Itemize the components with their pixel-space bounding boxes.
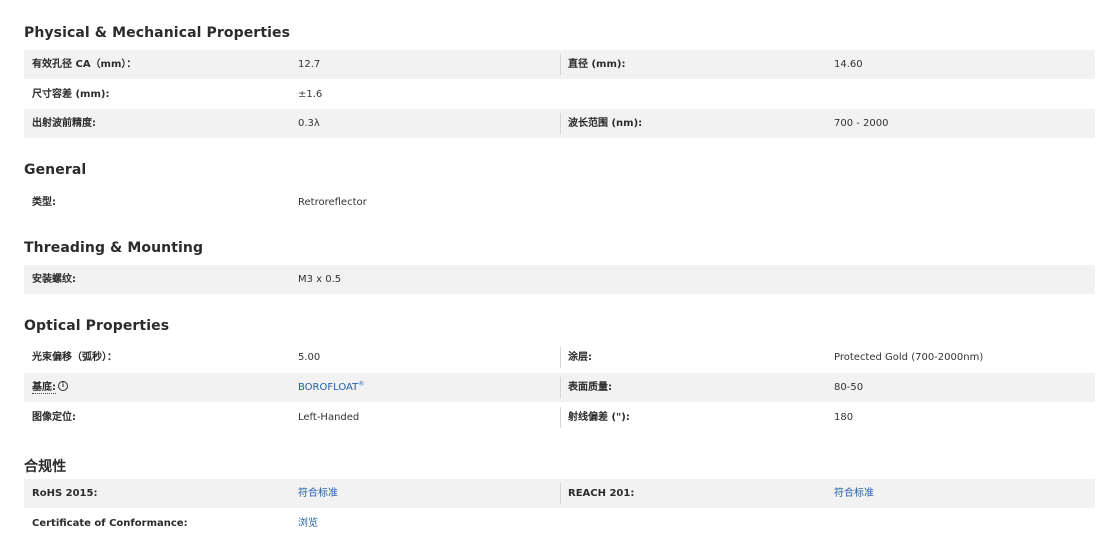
dimensional-tolerance-value: ±1.6 <box>298 89 323 100</box>
reach-label: REACH 201: <box>568 488 635 499</box>
ray-deviation-value: 180 <box>834 412 854 423</box>
table-row: 光束偏移（弧秒）： 5.00 涂层: Protected Gold (700-2… <box>24 343 1095 372</box>
surface-quality-label: 表面质量: <box>568 382 612 393</box>
table-row: Certificate of Conformance: 浏览 <box>24 509 1095 538</box>
coating-label: 涂层: <box>568 352 592 363</box>
column-divider <box>560 113 561 134</box>
section-title-general: General <box>24 162 87 178</box>
ray-deviation-label: 射线偏差 ("): <box>568 412 630 423</box>
table-row: 类型: Retroreflector <box>24 188 1095 217</box>
substrate-label: 基底: <box>32 382 56 394</box>
column-divider <box>560 347 561 368</box>
wavefront-label: 出射波前精度: <box>32 118 96 129</box>
certificate-view-link[interactable]: 浏览 <box>298 509 318 538</box>
section-title-optical: Optical Properties <box>24 318 170 334</box>
wavefront-value: 0.3λ <box>298 118 320 129</box>
diameter-value: 14.60 <box>834 59 863 70</box>
mounting-thread-value: M3 x 0.5 <box>298 274 342 285</box>
registered-mark: ® <box>358 380 365 388</box>
mounting-thread-label: 安装螺纹: <box>32 274 76 285</box>
coating-value: Protected Gold (700-2000nm) <box>834 352 984 363</box>
borofloat-link[interactable]: BOROFLOAT® <box>298 373 364 402</box>
wavelength-range-label: 波长范围 (nm): <box>568 118 643 129</box>
table-row: 有效孔径 CA（mm）： 12.7 直径 (mm): 14.60 <box>24 50 1095 79</box>
borofloat-link-text: BOROFLOAT <box>298 382 359 393</box>
info-circle-icon[interactable]: i <box>58 381 68 391</box>
image-orientation-label: 图像定位: <box>32 412 76 423</box>
section-title-physical: Physical & Mechanical Properties <box>24 25 291 41</box>
rohs-compliant-link[interactable]: 符合标准 <box>298 479 338 508</box>
section-title-compliance: 合规性 <box>24 459 67 475</box>
beam-deviation-value: 5.00 <box>298 352 321 363</box>
reach-compliant-link[interactable]: 符合标准 <box>834 479 874 508</box>
section-title-threading: Threading & Mounting <box>24 240 204 256</box>
column-divider <box>560 483 561 504</box>
column-divider <box>560 54 561 75</box>
rohs-label: RoHS 2015: <box>32 488 98 499</box>
type-value: Retroreflector <box>298 197 367 208</box>
surface-quality-value: 80-50 <box>834 382 864 393</box>
column-divider <box>560 377 561 398</box>
type-label: 类型: <box>32 197 56 208</box>
clear-aperture-label: 有效孔径 CA（mm）： <box>32 59 137 70</box>
table-row: 出射波前精度: 0.3λ 波长范围 (nm): 700 - 2000 <box>24 109 1095 138</box>
table-row: 安装螺纹: M3 x 0.5 <box>24 265 1095 294</box>
beam-deviation-label: 光束偏移（弧秒）： <box>32 352 117 363</box>
table-row: 基底: i BOROFLOAT® 表面质量: 80-50 <box>24 373 1095 402</box>
certificate-label: Certificate of Conformance: <box>32 518 188 529</box>
table-row: 图像定位: Left-Handed 射线偏差 ("): 180 <box>24 403 1095 432</box>
column-divider <box>560 407 561 428</box>
table-row: RoHS 2015: 符合标准 REACH 201: 符合标准 <box>24 479 1095 508</box>
dimensional-tolerance-label: 尺寸容差 (mm): <box>32 89 110 100</box>
table-row: 尺寸容差 (mm): ±1.6 <box>24 80 1095 109</box>
clear-aperture-value: 12.7 <box>298 59 321 70</box>
wavelength-range-value: 700 - 2000 <box>834 118 889 129</box>
diameter-label: 直径 (mm): <box>568 59 626 70</box>
substrate-label-group[interactable]: 基底: i <box>32 373 68 402</box>
image-orientation-value: Left-Handed <box>298 412 360 423</box>
